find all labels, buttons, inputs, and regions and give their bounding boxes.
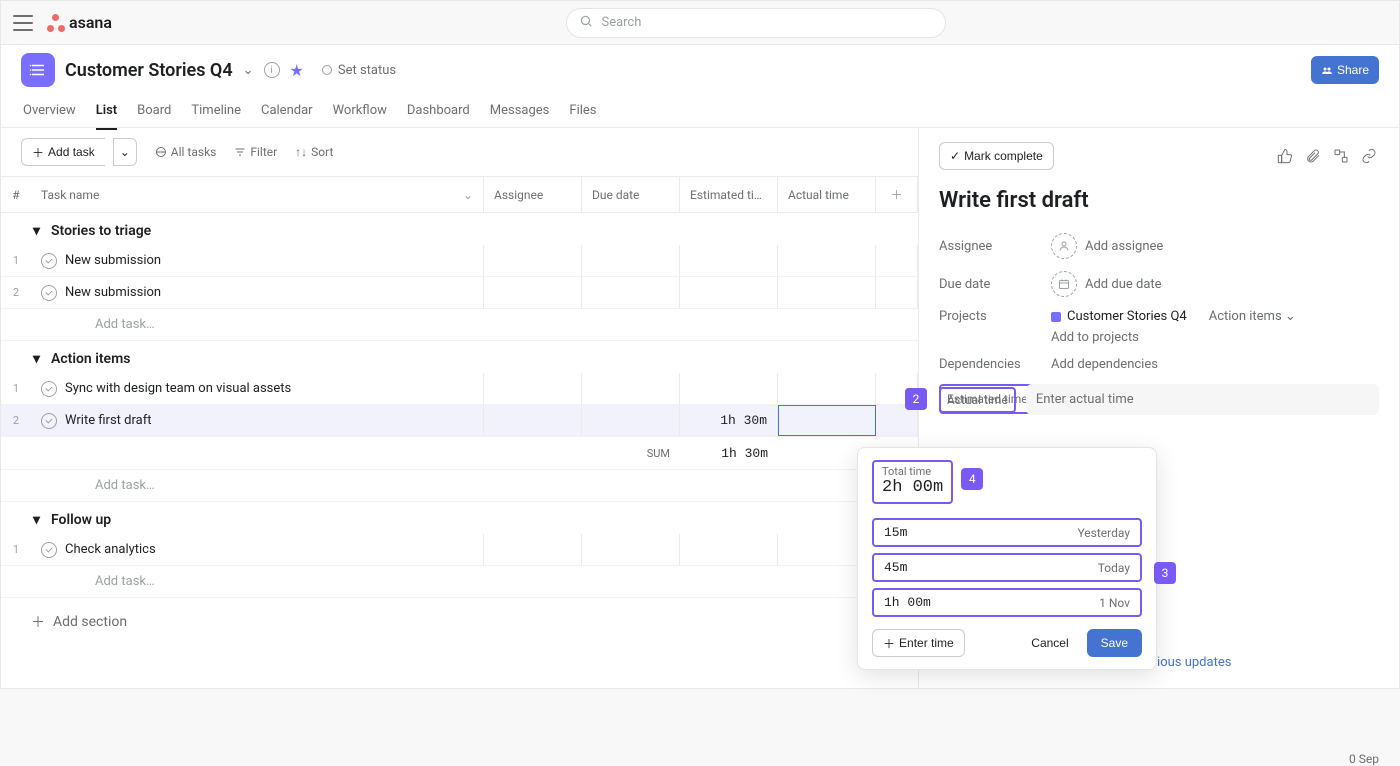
save-button[interactable]: Save [1087, 629, 1142, 657]
time-entry-row[interactable]: 15m Yesterday [872, 518, 1142, 547]
filter-button[interactable]: Filter [234, 145, 277, 159]
set-status-button[interactable]: Set status [322, 63, 396, 78]
caret-down-icon: ▾ [33, 512, 40, 528]
search-placeholder: Search [601, 15, 641, 30]
callout-marker: 4 [961, 468, 983, 490]
tab-workflow[interactable]: Workflow [333, 97, 387, 130]
dependencies-label: Dependencies [939, 357, 1051, 372]
task-row[interactable]: 1 Sync with design team on visual assets [1, 373, 918, 405]
tab-board[interactable]: Board [137, 97, 171, 130]
add-to-projects-button[interactable]: Add to projects [1051, 330, 1139, 345]
section-stories-to-triage[interactable]: ▾ Stories to triage [1, 213, 918, 245]
add-task-button[interactable]: ＋ Add task [21, 138, 105, 166]
tab-overview[interactable]: Overview [23, 97, 76, 130]
chevron-down-icon: ⌄ [463, 188, 473, 202]
project-title: Customer Stories Q4 [65, 60, 233, 81]
sort-button[interactable]: ↑↓ Sort [295, 145, 333, 159]
complete-checkbox-icon[interactable] [41, 542, 57, 558]
date-fragment: 0 Sep [1349, 752, 1379, 766]
person-icon [1051, 233, 1077, 259]
project-header: Customer Stories Q4 ⌄ i ★ Set status Sha… [1, 45, 1399, 127]
task-row[interactable]: 2 New submission [1, 277, 918, 309]
status-dot-icon [322, 65, 332, 75]
mark-complete-button[interactable]: ✓ Mark complete [939, 142, 1054, 170]
add-due-date-button[interactable]: Add due date [1051, 271, 1162, 297]
project-section-dropdown[interactable]: Action items ⌄ [1209, 309, 1296, 324]
section-follow-up[interactable]: ▾ Follow up [1, 502, 918, 534]
tab-files[interactable]: Files [569, 97, 596, 130]
estimated-cell[interactable]: 1h 30m [680, 405, 778, 436]
total-time-box: Total time 2h 00m [872, 460, 953, 504]
star-icon[interactable]: ★ [290, 61, 304, 80]
add-task-dropdown[interactable]: ⌄ [113, 138, 137, 166]
add-task-inline[interactable]: Add task… [1, 469, 918, 502]
assignee-label: Assignee [939, 239, 1051, 254]
complete-checkbox-icon[interactable] [41, 253, 57, 269]
search-input[interactable]: Search [566, 8, 946, 38]
callout-marker: 3 [1154, 562, 1176, 584]
all-tasks-filter[interactable]: All tasks [155, 145, 217, 159]
add-section-button[interactable]: ＋ Add section [1, 598, 918, 642]
attachment-icon[interactable] [1303, 146, 1323, 166]
col-actual-time[interactable]: Actual time [778, 177, 876, 212]
complete-checkbox-icon[interactable] [41, 285, 57, 301]
col-assignee[interactable]: Assignee [484, 177, 582, 212]
info-icon[interactable]: i [264, 62, 280, 78]
asana-logo[interactable]: asana [47, 13, 112, 32]
enter-time-button[interactable]: ＋ Enter time [872, 629, 965, 657]
time-entry-row[interactable]: 1h 00m 1 Nov [872, 588, 1142, 617]
cancel-button[interactable]: Cancel [1021, 629, 1078, 657]
complete-checkbox-icon[interactable] [41, 381, 57, 397]
chevron-down-icon[interactable]: ⌄ [243, 63, 254, 78]
global-topbar: asana Search [1, 1, 1399, 45]
section-action-items[interactable]: ▾ Action items [1, 341, 918, 373]
project-chip[interactable]: Customer Stories Q4 [1051, 309, 1187, 324]
actual-cell[interactable] [778, 405, 876, 436]
add-column-button[interactable]: ＋ [876, 177, 918, 212]
add-task-inline[interactable]: Add task… [1, 309, 918, 341]
add-assignee-button[interactable]: Add assignee [1051, 233, 1163, 259]
tab-dashboard[interactable]: Dashboard [407, 97, 470, 130]
menu-icon[interactable] [13, 15, 33, 31]
subtask-icon[interactable] [1331, 146, 1351, 166]
actual-time-label: Actual time [939, 387, 1016, 413]
col-hash: # [1, 177, 31, 212]
task-row[interactable]: 2 Write first draft 1h 30m [1, 405, 918, 437]
complete-checkbox-icon[interactable] [41, 413, 57, 429]
due-date-label: Due date [939, 277, 1051, 292]
section-sum-row: SUM 1h 30m [1, 437, 918, 469]
project-icon [21, 53, 55, 87]
col-task-name[interactable]: Task name ⌄ [31, 177, 484, 212]
callout-marker: 2 [905, 388, 927, 410]
asana-logo-icon [47, 14, 65, 32]
list-toolbar: ＋ Add task ⌄ All tasks Filter ↑↓ Sort [1, 128, 918, 177]
column-headers: # Task name ⌄ Assignee Due date Estimate… [1, 177, 918, 213]
search-icon [579, 14, 593, 32]
app-name: asana [69, 13, 112, 32]
caret-down-icon: ▾ [33, 223, 40, 239]
time-entry-popover: Total time 2h 00m 4 3 15m Yesterday 45m … [857, 447, 1157, 670]
tab-timeline[interactable]: Timeline [191, 97, 241, 130]
tab-messages[interactable]: Messages [490, 97, 550, 130]
like-icon[interactable] [1275, 146, 1295, 166]
caret-down-icon: ▾ [33, 351, 40, 367]
calendar-icon [1051, 271, 1077, 297]
share-button[interactable]: Share [1311, 56, 1379, 84]
add-dependencies-button[interactable]: Add dependencies [1051, 357, 1158, 372]
col-due-date[interactable]: Due date [582, 177, 680, 212]
project-tabs: Overview List Board Timeline Calendar Wo… [21, 97, 1379, 130]
task-row[interactable]: 1 New submission [1, 245, 918, 277]
tab-list[interactable]: List [96, 97, 117, 130]
col-estimated-time[interactable]: Estimated ti… [680, 177, 778, 212]
time-entry-row[interactable]: 45m Today [872, 553, 1142, 582]
tab-calendar[interactable]: Calendar [261, 97, 313, 130]
list-pane: ＋ Add task ⌄ All tasks Filter ↑↓ Sort # … [1, 128, 919, 688]
task-title[interactable]: Write first draft [939, 188, 1379, 213]
projects-label: Projects [939, 309, 1051, 324]
task-row[interactable]: 1 Check analytics [1, 534, 918, 566]
enter-actual-time-button[interactable]: Enter actual time [1026, 384, 1379, 415]
add-task-inline[interactable]: Add task… [1, 566, 918, 598]
link-icon[interactable] [1359, 146, 1379, 166]
